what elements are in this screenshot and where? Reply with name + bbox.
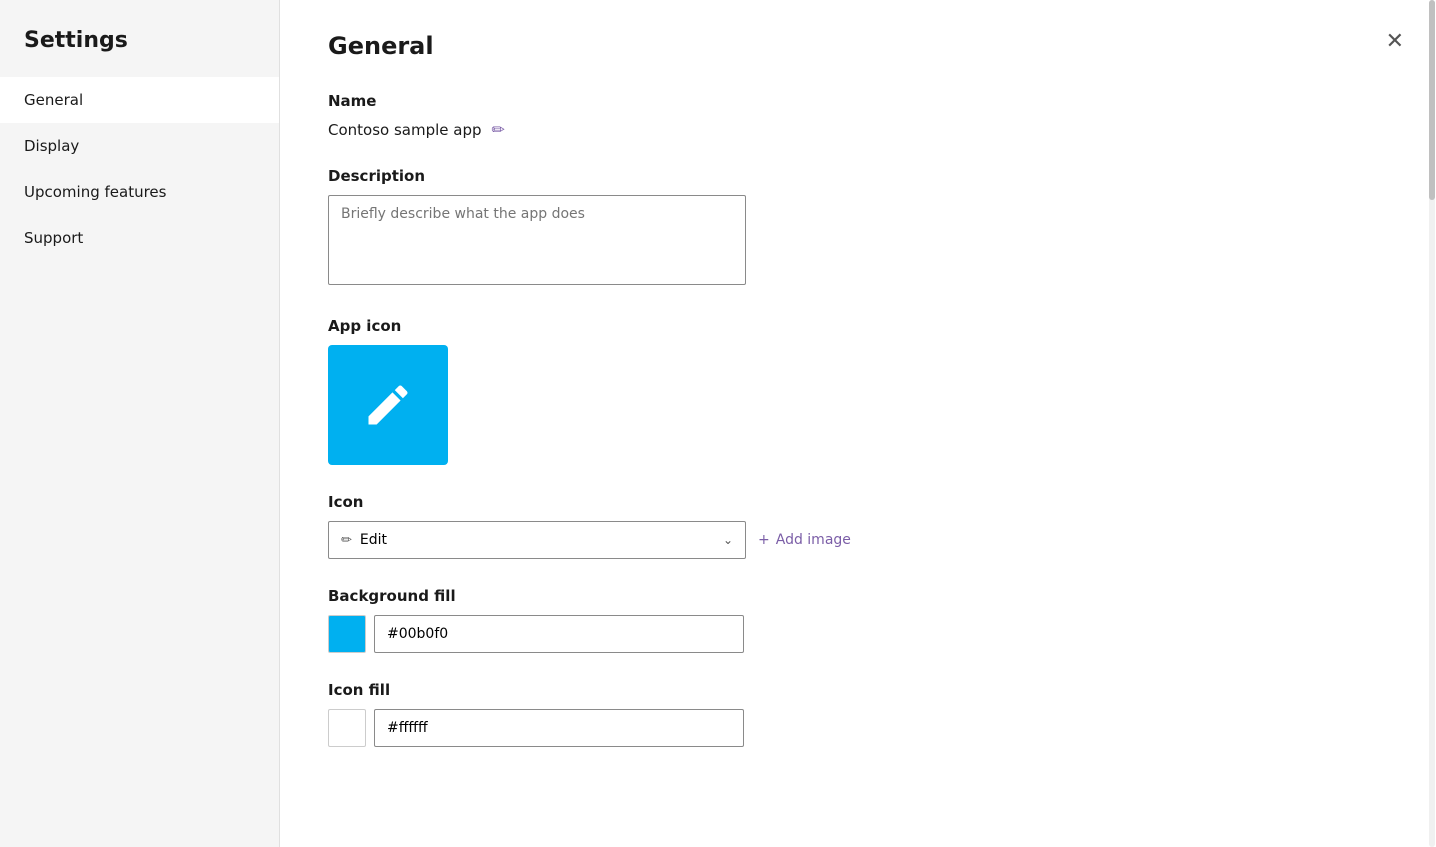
page-title: General [328, 32, 434, 60]
icon-fill-swatch[interactable] [328, 709, 366, 747]
icon-fill-input[interactable] [374, 709, 744, 747]
add-image-plus-icon: + [758, 532, 770, 548]
icon-section: Icon ✏ Edit ⌄ + Add image [328, 493, 1388, 559]
app-icon-pencil-svg [362, 379, 414, 431]
sidebar-item-upcoming-label: Upcoming features [24, 183, 166, 201]
background-fill-row [328, 615, 1388, 653]
main-header: General [328, 32, 1388, 60]
sidebar-item-support[interactable]: Support [0, 215, 279, 261]
name-label: Name [328, 92, 1388, 110]
sidebar-item-support-label: Support [24, 229, 83, 247]
sidebar-item-display-label: Display [24, 137, 79, 155]
icon-fill-label: Icon fill [328, 681, 1388, 699]
app-icon-section: App icon [328, 317, 1388, 465]
app-icon-label: App icon [328, 317, 1388, 335]
sidebar-item-upcoming-features[interactable]: Upcoming features [0, 169, 279, 215]
background-fill-swatch[interactable] [328, 615, 366, 653]
scrollbar-thumb [1429, 0, 1435, 200]
scrollbar-track [1429, 0, 1435, 847]
close-button[interactable]: ✕ [1378, 24, 1412, 58]
name-section: Name Contoso sample app ✏ [328, 92, 1388, 139]
icon-fill-section: Icon fill [328, 681, 1388, 747]
background-fill-section: Background fill [328, 587, 1388, 653]
description-section: Description [328, 167, 1388, 289]
icon-select-value: Edit [360, 532, 387, 548]
icon-dropdown-row: ✏ Edit ⌄ + Add image [328, 521, 1388, 559]
app-name-value: Contoso sample app [328, 121, 482, 139]
sidebar-item-general[interactable]: General [0, 77, 279, 123]
background-fill-label: Background fill [328, 587, 1388, 605]
chevron-down-icon: ⌄ [723, 533, 733, 547]
scrollbar[interactable] [1428, 0, 1436, 847]
app-icon-preview[interactable] [328, 345, 448, 465]
description-label: Description [328, 167, 1388, 185]
sidebar: Settings General Display Upcoming featur… [0, 0, 280, 847]
main-content: General ✕ Name Contoso sample app ✏ Desc… [280, 0, 1436, 847]
background-fill-input[interactable] [374, 615, 744, 653]
name-edit-icon[interactable]: ✏ [492, 120, 505, 139]
icon-select-pencil-icon: ✏ [341, 533, 352, 548]
icon-select[interactable]: ✏ Edit ⌄ [328, 521, 746, 559]
add-image-label: Add image [776, 532, 851, 548]
sidebar-item-general-label: General [24, 91, 83, 109]
add-image-button[interactable]: + Add image [758, 532, 851, 548]
icon-fill-row [328, 709, 1388, 747]
sidebar-item-display[interactable]: Display [0, 123, 279, 169]
icon-label: Icon [328, 493, 1388, 511]
settings-title: Settings [0, 0, 279, 77]
name-row: Contoso sample app ✏ [328, 120, 1388, 139]
description-textarea[interactable] [328, 195, 746, 285]
